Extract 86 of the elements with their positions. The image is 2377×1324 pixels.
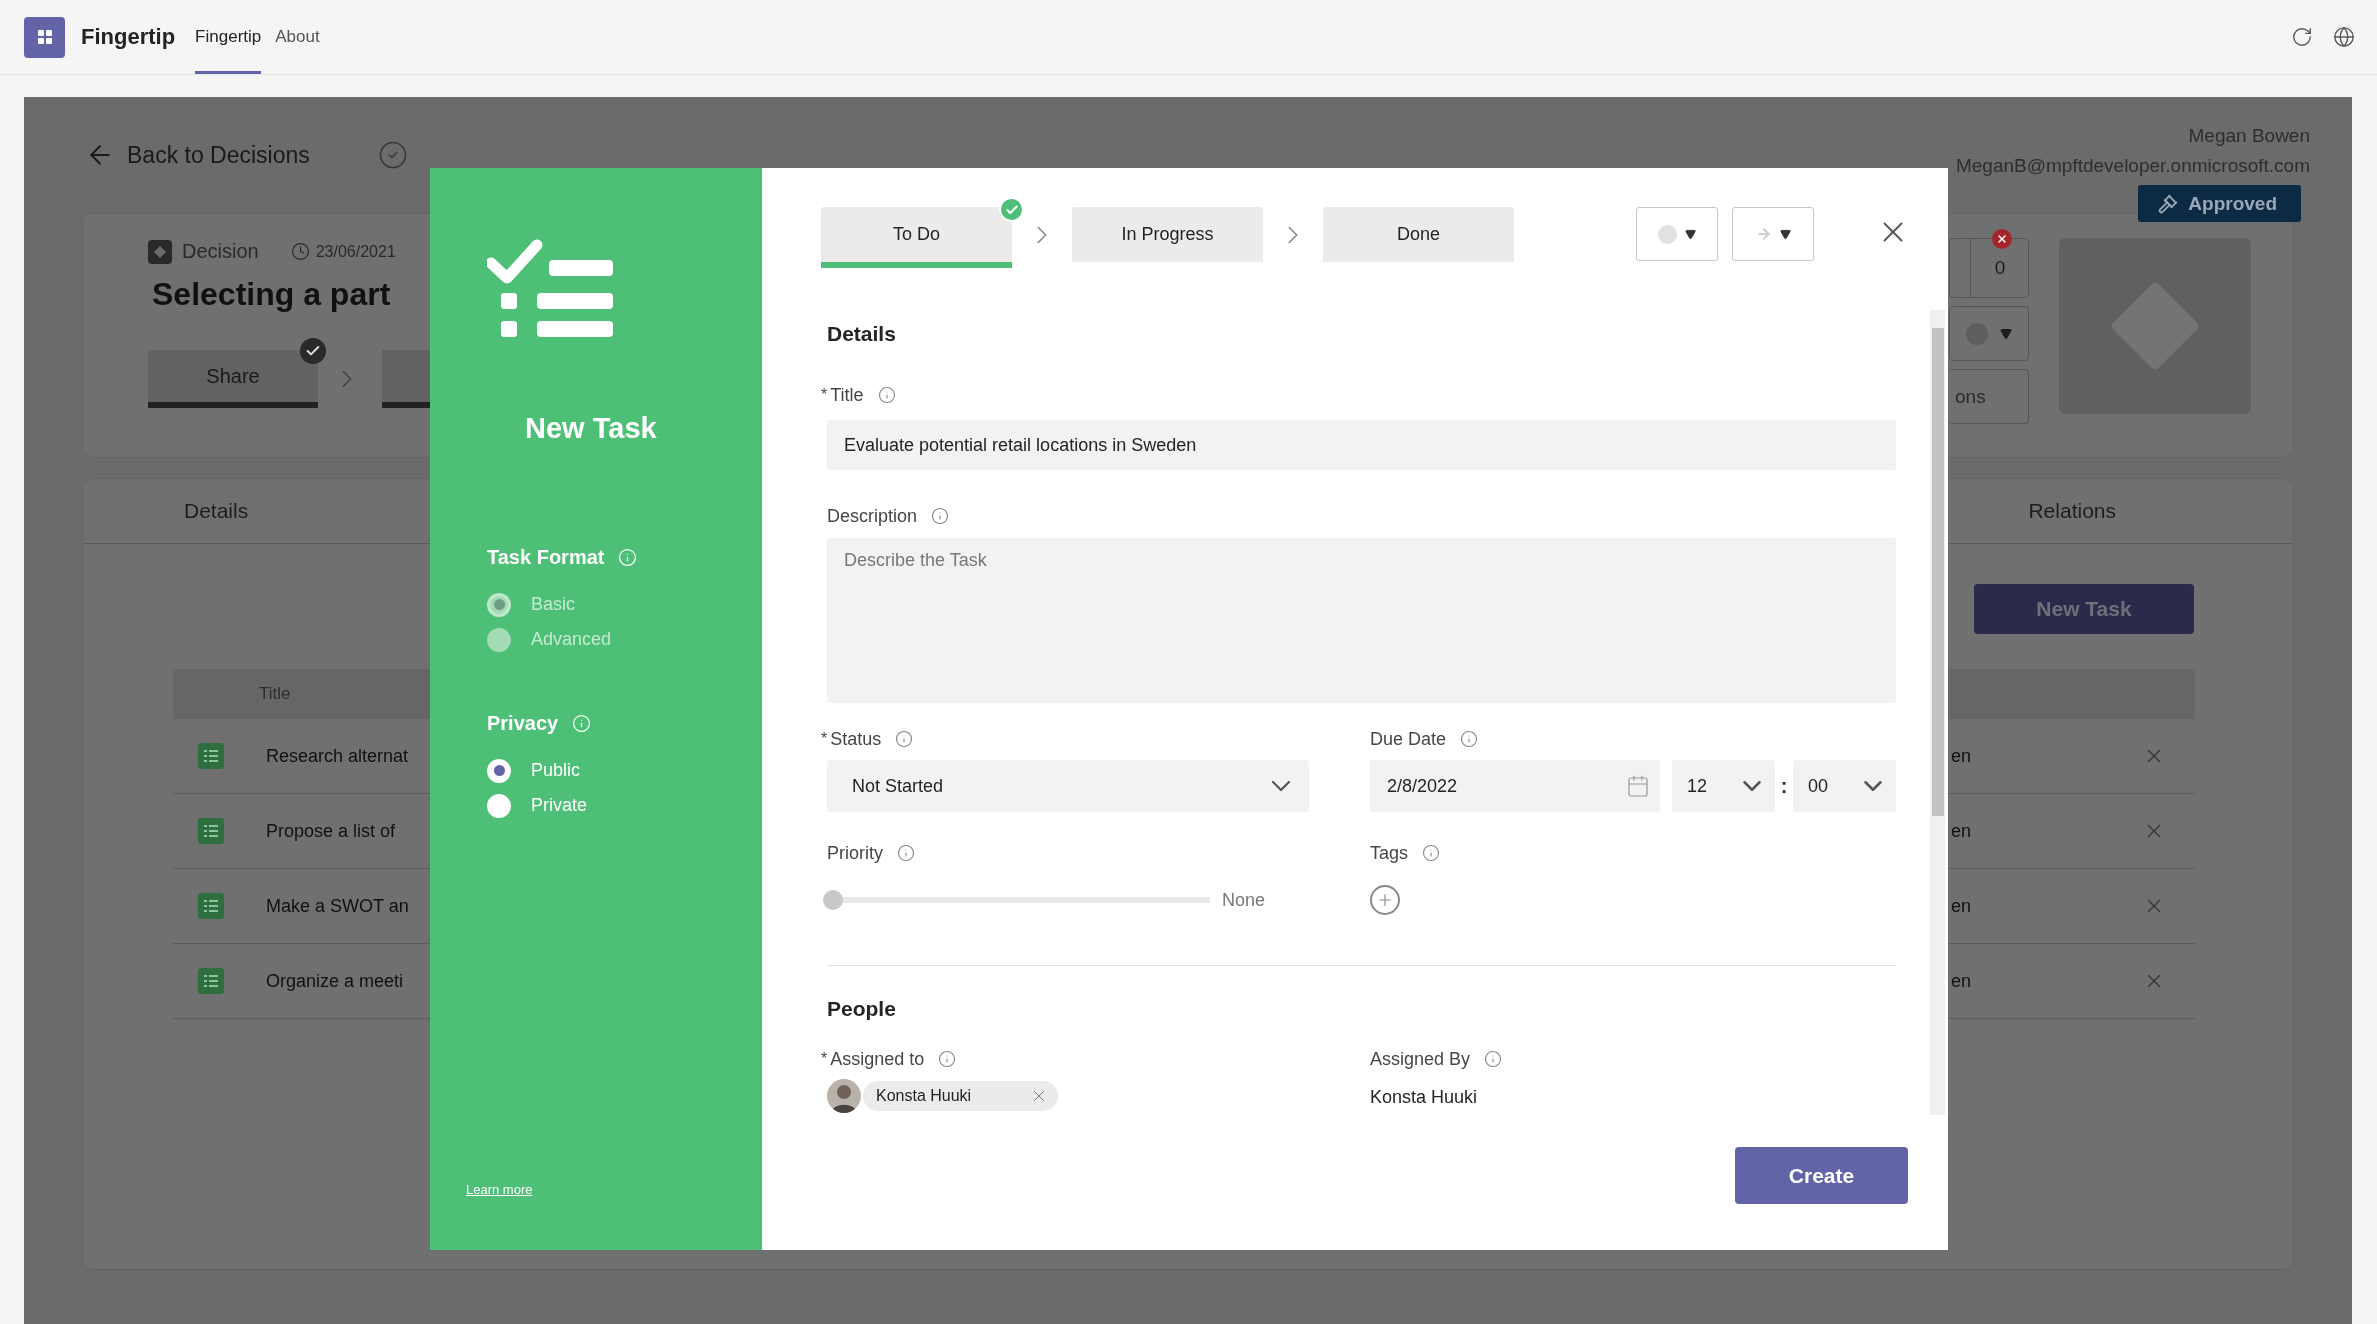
caret-icon bbox=[2000, 327, 2012, 340]
task-icon bbox=[198, 818, 224, 844]
caret-icon bbox=[1685, 228, 1696, 240]
required-mark: * bbox=[821, 386, 828, 404]
info-icon[interactable] bbox=[1422, 844, 1441, 862]
decision-title: Selecting a part bbox=[152, 276, 392, 313]
table-cell: en bbox=[1951, 820, 1972, 842]
decision-date: 23/06/2021 bbox=[315, 242, 396, 261]
direction-dropdown[interactable] bbox=[1732, 207, 1814, 261]
info-icon[interactable] bbox=[1484, 1050, 1503, 1068]
user-name: Megan Bowen bbox=[2188, 125, 2310, 147]
column-header: Title bbox=[259, 684, 291, 704]
avatar-icon bbox=[827, 1079, 861, 1113]
description-field[interactable]: Describe the Task bbox=[827, 538, 1896, 703]
check-circle-icon bbox=[377, 140, 408, 170]
radio-button[interactable] bbox=[487, 758, 511, 783]
hour-select[interactable]: 12 bbox=[1672, 760, 1775, 812]
field-label: Due Date bbox=[1370, 728, 1447, 750]
refresh-icon[interactable] bbox=[2291, 26, 2313, 48]
field-label: Assigned to bbox=[830, 1048, 925, 1070]
info-icon[interactable] bbox=[931, 507, 950, 525]
radio-label: Advanced bbox=[531, 629, 612, 650]
person-chip: Konsta Huuki bbox=[863, 1081, 1058, 1111]
app-name: Fingertip bbox=[81, 24, 176, 50]
step-tab[interactable]: In Progress bbox=[1072, 207, 1263, 262]
info-icon[interactable] bbox=[895, 730, 914, 748]
step-tab[interactable]: Done bbox=[1323, 207, 1514, 262]
calendar-icon[interactable] bbox=[1626, 774, 1650, 798]
table-cell: Propose a list of bbox=[266, 820, 396, 842]
clock-icon bbox=[290, 242, 310, 261]
date-field[interactable]: 2/8/2022 bbox=[1370, 760, 1660, 812]
info-icon[interactable] bbox=[1460, 730, 1479, 748]
color-dropdown[interactable] bbox=[1636, 207, 1718, 261]
error-badge-icon bbox=[1992, 229, 2012, 249]
plus-icon bbox=[1376, 891, 1394, 909]
dialog-title: New Task bbox=[525, 412, 658, 445]
table-cell: en bbox=[1951, 970, 1972, 992]
counter-value: 0 bbox=[1994, 257, 2006, 279]
field-label: Description bbox=[827, 505, 918, 527]
nav-tab[interactable]: About bbox=[275, 0, 320, 74]
radio-label: Public bbox=[531, 760, 581, 781]
nav-tab[interactable]: Fingertip bbox=[195, 0, 262, 74]
radio-button[interactable] bbox=[487, 793, 511, 818]
scrollbar[interactable] bbox=[1930, 310, 1945, 1115]
title-field[interactable]: Evaluate potential retail locations in Sweden bbox=[827, 420, 1896, 470]
gavel-icon bbox=[2158, 193, 2179, 214]
radio-label: Private bbox=[531, 795, 588, 816]
table-cell: Organize a meeti bbox=[266, 970, 404, 992]
arrow-right-icon bbox=[1755, 226, 1772, 242]
radio-label: Basic bbox=[531, 594, 575, 615]
minute-select[interactable]: 00 bbox=[1793, 760, 1896, 812]
user-email: MeganB@mpftdeveloper.onmicrosoft.com bbox=[1955, 155, 2310, 177]
group-label: Privacy bbox=[487, 711, 559, 735]
section-heading: People bbox=[827, 996, 897, 1022]
approved-badge: Approved bbox=[2138, 185, 2301, 222]
required-mark: * bbox=[821, 1050, 828, 1068]
section-heading: Details bbox=[827, 321, 897, 347]
caret-icon bbox=[1779, 228, 1791, 240]
time-separator: : bbox=[1779, 774, 1789, 798]
table-cell: en bbox=[1951, 895, 1972, 917]
table-cell: Make a SWOT an bbox=[266, 895, 409, 917]
assigned-by-value: Konsta Huuki bbox=[1370, 1087, 1479, 1108]
add-tag-button[interactable] bbox=[1370, 885, 1400, 915]
globe-icon[interactable] bbox=[2333, 26, 2355, 48]
decision-type: Decision bbox=[182, 240, 259, 263]
field-label: Assigned By bbox=[1370, 1048, 1471, 1070]
info-icon[interactable] bbox=[877, 386, 896, 404]
task-icon bbox=[198, 968, 224, 994]
priority-reading: None bbox=[1222, 889, 1266, 911]
app-logo[interactable] bbox=[24, 16, 65, 58]
step-tab[interactable]: To Do bbox=[821, 207, 1012, 268]
table-cell: en bbox=[1951, 745, 1972, 767]
field-label: Priority bbox=[827, 842, 883, 864]
field-label: Status bbox=[830, 728, 882, 750]
task-icon bbox=[198, 743, 224, 769]
task-icon bbox=[198, 893, 224, 919]
info-icon[interactable] bbox=[897, 844, 915, 862]
status-select[interactable]: Not Started bbox=[827, 760, 1309, 812]
field-label: Title bbox=[830, 384, 864, 406]
required-mark: * bbox=[821, 730, 828, 748]
table-cell: Research alternat bbox=[266, 745, 409, 767]
info-icon[interactable] bbox=[938, 1050, 957, 1068]
field-label: Tags bbox=[1370, 842, 1409, 864]
slider-thumb[interactable] bbox=[823, 890, 843, 910]
create-button[interactable]: Create bbox=[1735, 1147, 1908, 1204]
group-label: Task Format bbox=[487, 545, 605, 569]
